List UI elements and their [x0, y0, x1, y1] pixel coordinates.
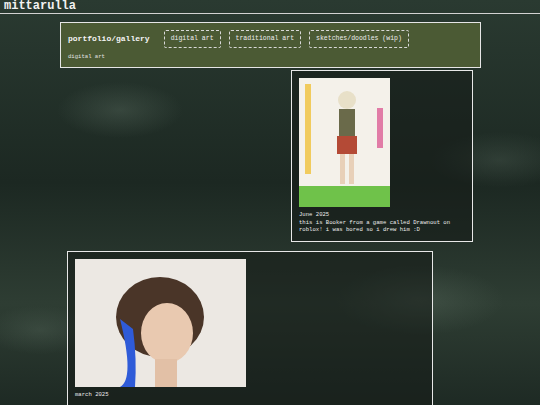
artwork-image[interactable] — [299, 78, 390, 207]
category-button[interactable]: digital art — [164, 30, 221, 48]
category-button[interactable]: traditional art — [229, 30, 302, 48]
artwork — [299, 78, 465, 207]
artwork-image[interactable] — [75, 259, 246, 387]
gallery-post: June 2025this is Booker from a game call… — [291, 70, 473, 242]
gallery-header: portfolio/gallery digital art traditional … — [60, 22, 481, 68]
gallery-post: march 2025 — [67, 251, 433, 405]
category-button[interactable]: sketches/doodles (wip) — [309, 30, 409, 48]
post-caption: this is Booker from a game called Drawno… — [299, 219, 465, 234]
section-label: digital art — [68, 53, 473, 61]
header-row: portfolio/gallery digital art traditional … — [68, 30, 473, 48]
gallery-title: portfolio/gallery — [68, 33, 150, 45]
site-title: mittarulla — [0, 0, 540, 14]
artwork — [75, 259, 425, 387]
post-date: June 2025 — [299, 211, 465, 219]
post-date: march 2025 — [75, 391, 425, 399]
